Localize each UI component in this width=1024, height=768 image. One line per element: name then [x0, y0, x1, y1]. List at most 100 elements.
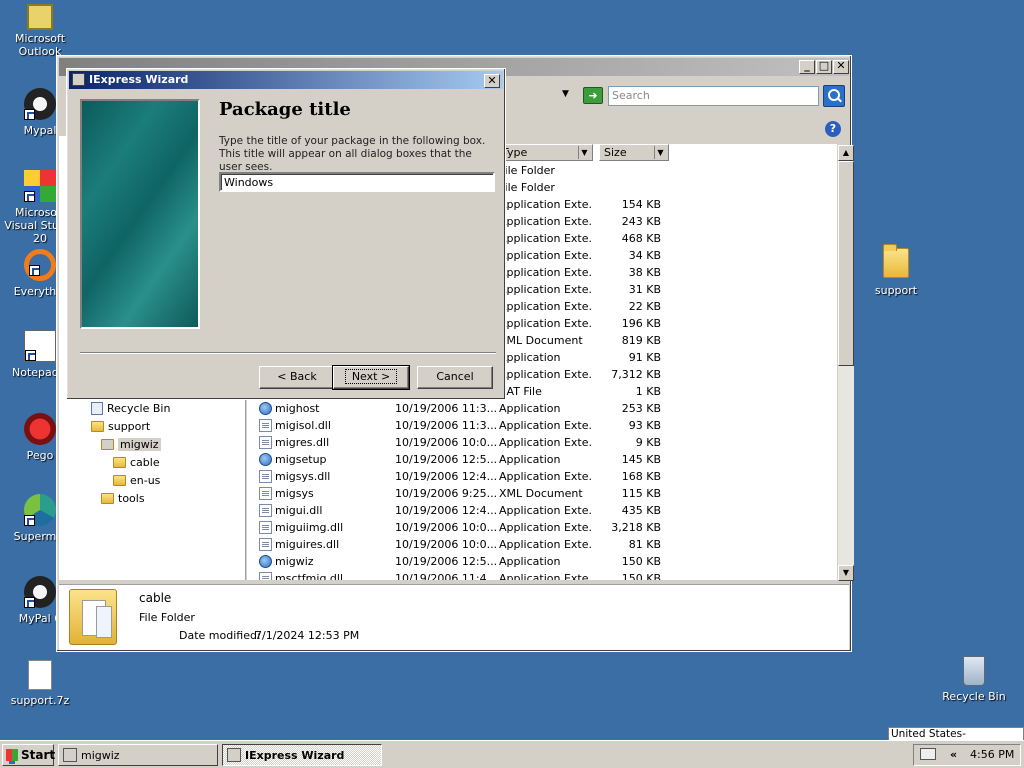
close-button[interactable]: ✕ — [833, 60, 849, 74]
package-title-input[interactable] — [219, 172, 495, 192]
tree-item-label: Recycle Bin — [107, 401, 171, 415]
search-icon[interactable] — [823, 85, 845, 107]
file-date: 10/19/2006 11:3... — [395, 419, 497, 432]
file-type: Application Exte... — [499, 538, 591, 551]
file-name: msctfmig.dll — [275, 572, 344, 580]
file-row[interactable]: migwiz 10/19/2006 12:5... Application 150 K… — [247, 553, 837, 570]
file-icon — [259, 504, 272, 517]
scroll-up-button[interactable]: ▲ — [838, 145, 854, 161]
page-description: Type the title of your package in the fo… — [219, 135, 486, 173]
details-modified-label: Date modified: — [179, 629, 261, 642]
file-row[interactable]: migres.dll 10/19/2006 10:0... Application … — [247, 434, 837, 451]
tree-item-cable[interactable]: cable — [113, 454, 160, 470]
file-name-cell: migisol.dll — [259, 419, 389, 432]
application-icon — [259, 555, 272, 568]
file-type: Application Exte... — [499, 283, 591, 296]
file-date: 10/19/2006 12:5... — [395, 453, 497, 466]
cancel-button[interactable]: Cancel — [417, 366, 493, 389]
tree-item-migwiz[interactable]: migwiz — [101, 436, 161, 452]
file-size: 38 KB — [628, 266, 661, 279]
taskbar-button-migwiz[interactable]: migwiz — [58, 744, 218, 766]
file-row[interactable]: mighost 10/19/2006 11:3... Application 253 … — [247, 400, 837, 417]
file-size: 819 KB — [621, 334, 661, 347]
file-date: 10/19/2006 10:0... — [395, 436, 497, 449]
file-row[interactable]: migisol.dll 10/19/2006 11:3... Application… — [247, 417, 837, 434]
keyboard-icon[interactable] — [920, 748, 936, 760]
file-size: 93 KB — [628, 419, 661, 432]
start-button[interactable]: Start — [2, 744, 55, 766]
file-name: migsetup — [275, 453, 327, 466]
file-row[interactable]: msctfmig.dll 10/19/2006 11:4... Applicatio… — [247, 570, 837, 580]
file-name-cell: migsys.dll — [259, 470, 389, 483]
desktop-icon-support-folder[interactable]: support — [856, 244, 936, 297]
file-date: 10/19/2006 11:3... — [395, 402, 497, 415]
application-icon — [259, 453, 272, 466]
file-size: 196 KB — [621, 317, 661, 330]
maximize-button[interactable]: □ — [816, 60, 832, 74]
vertical-scrollbar[interactable]: ▲ ▼ — [838, 145, 854, 581]
column-header-type[interactable]: Type ▼ — [497, 144, 593, 161]
clock[interactable]: 4:56 PM — [970, 748, 1014, 761]
close-icon[interactable]: ✕ — [484, 74, 500, 88]
help-icon[interactable]: ? — [825, 121, 841, 137]
folder-icon — [101, 492, 114, 504]
visual-studio-icon — [24, 170, 56, 202]
tree-item-tools[interactable]: tools — [101, 490, 145, 506]
desktop-icon-outlook[interactable]: Microsoft Outlook — [0, 4, 80, 58]
wizard-title-bar[interactable]: IExpress Wizard ✕ — [69, 71, 503, 89]
file-type: Application Exte... — [499, 436, 591, 449]
file-name-cell: migui.dll — [259, 504, 389, 517]
tree-item-label: migwiz — [118, 437, 161, 451]
desktop-icon-support7z[interactable]: support.7z — [0, 660, 80, 707]
file-row[interactable]: migsys.dll 10/19/2006 12:4... Application … — [247, 468, 837, 485]
file-row[interactable]: migui.dll 10/19/2006 12:4... Application E… — [247, 502, 837, 519]
file-type: Application Exte... — [499, 300, 591, 313]
file-row[interactable]: migsetup 10/19/2006 12:5... Application 145… — [247, 451, 837, 468]
file-date: 10/19/2006 12:4... — [395, 470, 497, 483]
column-header-size[interactable]: Size ▼ — [599, 144, 669, 161]
application-icon — [259, 402, 272, 415]
next-button[interactable]: Next > — [332, 365, 410, 390]
file-row[interactable]: miguires.dll 10/19/2006 10:0... Applicatio… — [247, 536, 837, 553]
file-icon — [259, 470, 272, 483]
file-type: File Folder — [499, 164, 555, 177]
tree-item-support[interactable]: support — [91, 418, 150, 434]
file-name: migsys — [275, 487, 314, 500]
minimize-button[interactable]: _ — [799, 60, 815, 74]
tray-chevron-icon[interactable]: « — [950, 748, 957, 761]
file-type: Application — [499, 453, 561, 466]
details-modified-value: 7/1/2024 12:53 PM — [255, 629, 360, 642]
file-date: 10/19/2006 9:25... — [395, 487, 497, 500]
file-type: Application Exte... — [499, 504, 591, 517]
folder-icon — [113, 474, 126, 486]
file-type: Application Exte... — [499, 572, 591, 580]
wizard-title: IExpress Wizard — [89, 73, 189, 86]
chevron-down-icon[interactable]: ▼ — [654, 146, 666, 159]
file-name: migui.dll — [275, 504, 323, 517]
recycle-bin-icon — [963, 656, 985, 686]
file-type: File Folder — [499, 181, 555, 194]
chevron-down-icon[interactable]: ▼ — [578, 146, 590, 159]
language-bar[interactable]: United States-International — [888, 727, 1024, 752]
tree-item-en-us[interactable]: en-us — [113, 472, 160, 488]
address-dropdown-arrow[interactable]: ▼ — [562, 89, 569, 99]
tree-item-recycle-bin[interactable]: Recycle Bin — [91, 400, 170, 416]
file-size: 145 KB — [621, 453, 661, 466]
file-icon — [28, 660, 52, 690]
scroll-down-button[interactable]: ▼ — [838, 565, 854, 581]
folder-icon — [69, 589, 117, 645]
file-name-cell: migsetup — [259, 453, 389, 466]
desktop-icon-recycle-bin[interactable]: Recycle Bin — [934, 656, 1014, 703]
file-row[interactable]: migsys 10/19/2006 9:25... XML Document 115 … — [247, 485, 837, 502]
back-button[interactable]: < Back — [259, 366, 335, 389]
search-input[interactable]: Search — [608, 86, 819, 106]
file-type: Application — [499, 402, 561, 415]
file-type: Application — [499, 555, 561, 568]
taskbar-button-iexpress[interactable]: IExpress Wizard — [222, 744, 382, 766]
file-date: 10/19/2006 10:0... — [395, 538, 497, 551]
file-size: 91 KB — [628, 351, 661, 364]
file-size: 9 KB — [635, 436, 661, 449]
go-button[interactable]: ➜ — [583, 87, 603, 104]
file-row[interactable]: miguiimg.dll 10/19/2006 10:0... Applicatio… — [247, 519, 837, 536]
scroll-thumb[interactable] — [838, 161, 854, 366]
